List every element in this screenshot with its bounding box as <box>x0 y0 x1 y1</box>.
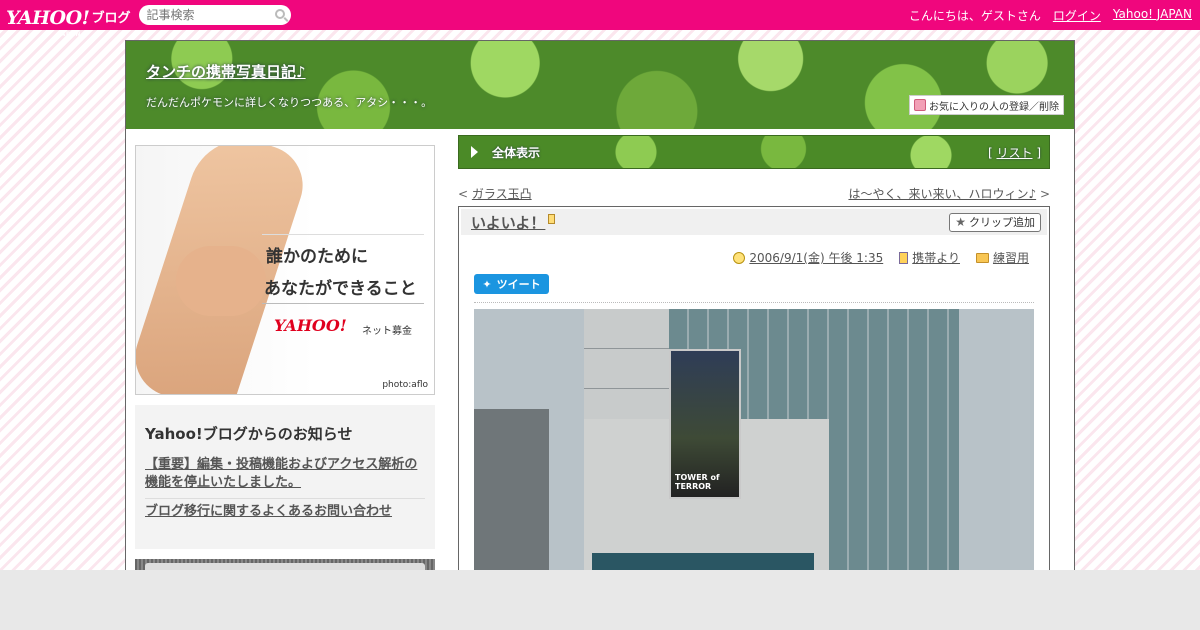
play-icon <box>471 146 478 158</box>
article-header: いよいよ！ ★ クリップ追加 <box>461 209 1047 235</box>
ad-line-1: 誰かのために <box>266 247 368 267</box>
divider <box>474 302 1034 303</box>
prev-wrap: < ガラス玉凸 <box>458 187 532 201</box>
ad-line-2: あなたができること <box>264 279 417 299</box>
heart-icon <box>914 99 926 111</box>
notice-box: Yahoo!ブログからのお知らせ 【重要】編集・投稿機能およびアクセス解析の機能… <box>135 405 435 549</box>
article-title[interactable]: いよいよ！ <box>471 212 545 233</box>
footer-band <box>0 570 1200 630</box>
hand-image-2 <box>176 246 266 316</box>
next-article-link[interactable]: は～やく、来い来い、ハロウィン♪ <box>848 187 1036 201</box>
notice-link-important[interactable]: 【重要】編集・投稿機能およびアクセス解析の機能を停止いたしました。 <box>145 452 425 499</box>
yahoo-logo: YAHOO! JAPAN <box>6 8 90 38</box>
folder-icon <box>975 252 989 263</box>
banner-text: TOWER of TERROR <box>675 473 720 491</box>
favorite-label: お気に入りの人の登録／削除 <box>929 101 1059 113</box>
tweet-button[interactable]: ✦ ツイート <box>474 274 549 294</box>
clip-label: クリップ追加 <box>969 216 1035 229</box>
main-content: 全体表示 [ リスト ] < ガラス玉凸 は～やく、来い来い、ハロウィン♪ > … <box>458 135 1050 586</box>
notice-link-faq[interactable]: ブログ移行に関するよくあるお問い合わせ <box>145 499 425 527</box>
tweet-label: ツイート <box>496 278 541 291</box>
ad-divider-top <box>262 234 424 235</box>
article-photo[interactable]: TOWER of TERROR <box>474 309 1034 579</box>
star-icon: ★ <box>955 215 966 229</box>
user-links: こんにちは、ゲストさん ログイン Yahoo! JAPAN <box>909 7 1192 24</box>
meta-date: 2006/9/1(金) 午後 1:35 <box>733 249 883 266</box>
yahoo-blog-logo[interactable]: YAHOO! JAPAN ブログ <box>6 2 131 38</box>
search-input[interactable] <box>138 5 269 25</box>
date-link[interactable]: 2006/9/1(金) 午後 1:35 <box>749 249 883 266</box>
search-icon[interactable] <box>274 9 285 19</box>
ad-brand-sub: ネット募金 <box>362 326 412 337</box>
category-link-practice[interactable]: 練習用 <box>993 249 1029 266</box>
phone-icon <box>899 251 909 264</box>
ad-banner[interactable]: 誰かのために あなたができること YAHOO! ネット募金 photo:aflo <box>135 145 435 395</box>
login-link[interactable]: ログイン <box>1053 7 1101 24</box>
next-wrap: は～やく、来い来い、ハロウィン♪ > <box>848 187 1050 201</box>
list-toggle: [ リスト ] <box>987 145 1041 160</box>
building-left <box>474 409 549 579</box>
clock-icon <box>733 251 746 264</box>
meta-category-1: 携帯より <box>899 249 960 266</box>
blog-title[interactable]: タンチの携帯写真日記♪ <box>146 61 306 82</box>
favorite-button[interactable]: お気に入りの人の登録／削除 <box>909 95 1064 115</box>
mobile-icon <box>548 214 556 224</box>
logo-sub: JAPAN <box>58 31 81 38</box>
top-bar: YAHOO! JAPAN ブログ こんにちは、ゲストさん ログイン Yahoo!… <box>0 0 1200 38</box>
blog-header: タンチの携帯写真日記♪ だんだんポケモンに詳しくなりつつある、アタシ・・・。 お… <box>126 41 1074 129</box>
article-pager: < ガラス玉凸 は～やく、来い来い、ハロウィン♪ > <box>458 185 1050 202</box>
tower-of-terror-banner: TOWER of TERROR <box>669 349 741 499</box>
logo-service: ブログ <box>91 11 131 26</box>
ad-credit: photo:aflo <box>382 380 428 390</box>
view-bar: 全体表示 [ リスト ] <box>458 135 1050 169</box>
blog-description: だんだんポケモンに詳しくなりつつある、アタシ・・・。 <box>146 96 433 109</box>
list-link[interactable]: リスト <box>996 146 1032 160</box>
greeting: こんにちは、ゲストさん <box>908 8 1041 23</box>
clip-button[interactable]: ★ クリップ追加 <box>949 212 1041 232</box>
article: いよいよ！ ★ クリップ追加 2006/9/1(金) 午後 1:35 携帯より <box>458 206 1050 586</box>
yahoo-japan-link[interactable]: Yahoo! JAPAN <box>1113 7 1192 24</box>
twitter-bird-icon: ✦ <box>482 277 492 291</box>
notice-title: Yahoo!ブログからのお知らせ <box>145 425 353 443</box>
category-link-mobile[interactable]: 携帯より <box>912 249 960 266</box>
view-all-label[interactable]: 全体表示 <box>492 144 540 161</box>
search-box <box>138 5 291 25</box>
blog-container: タンチの携帯写真日記♪ だんだんポケモンに詳しくなりつつある、アタシ・・・。 お… <box>125 40 1075 600</box>
prev-article-link[interactable]: ガラス玉凸 <box>472 187 532 201</box>
article-meta: 2006/9/1(金) 午後 1:35 携帯より 練習用 <box>459 249 1029 266</box>
sidebar: 誰かのために あなたができること YAHOO! ネット募金 photo:aflo… <box>135 145 435 589</box>
ad-divider <box>262 303 424 304</box>
meta-category-2: 練習用 <box>975 249 1029 266</box>
ad-brand: YAHOO! <box>274 316 347 335</box>
